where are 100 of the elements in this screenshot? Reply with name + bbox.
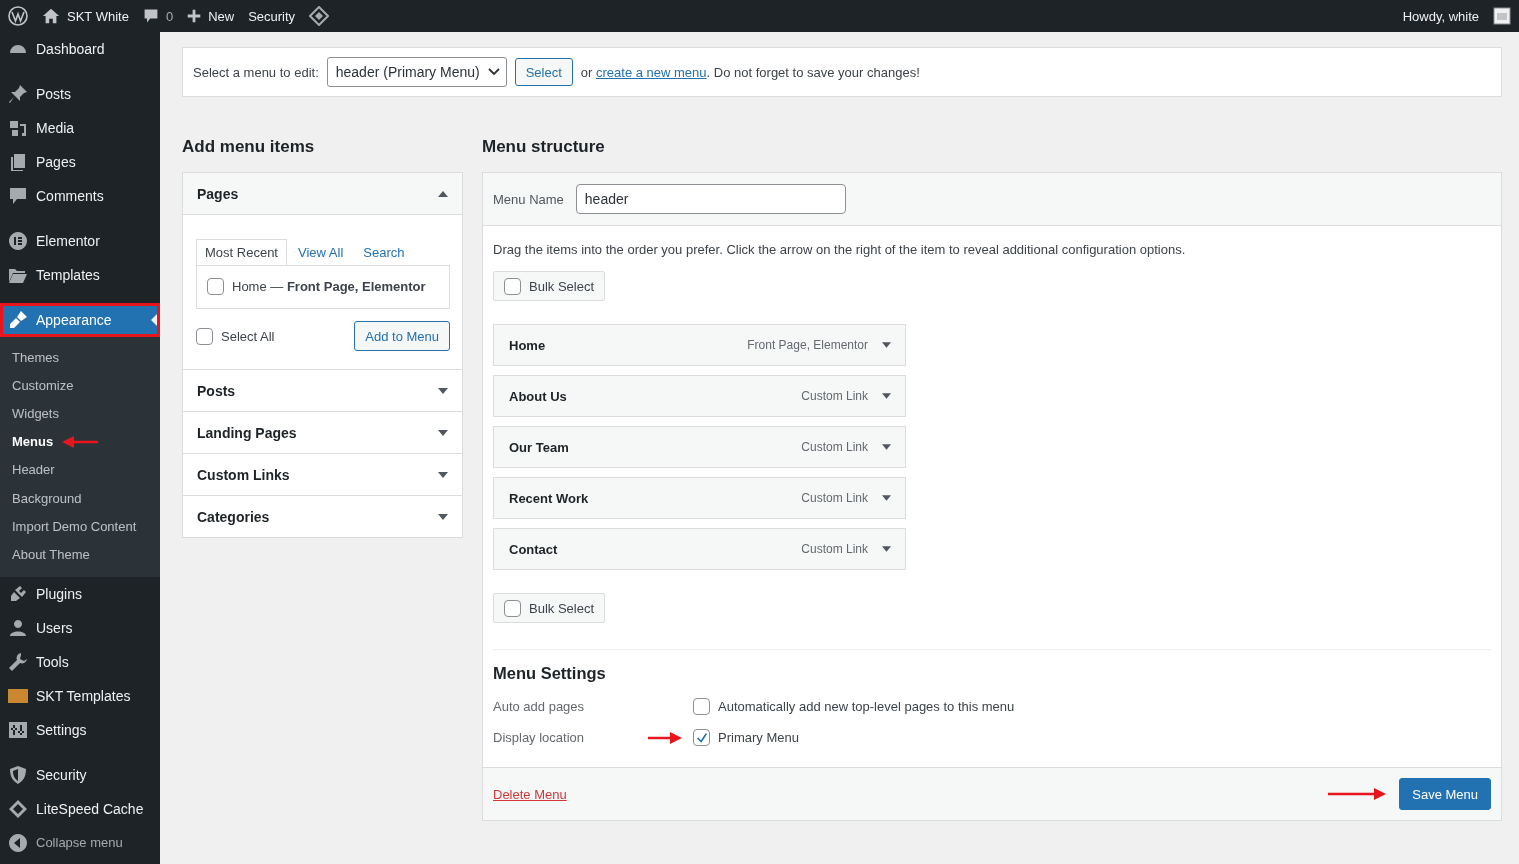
site-name-link[interactable]: SKT White xyxy=(42,7,129,25)
menu-icon xyxy=(8,832,28,853)
sidebar-item[interactable]: Comments xyxy=(0,179,160,213)
sidebar-item[interactable]: Pages xyxy=(0,145,160,179)
menu-icon xyxy=(8,310,28,330)
menu-icon xyxy=(8,651,28,672)
menu-item-type: Custom Link xyxy=(801,491,868,505)
menu-item-bar[interactable]: Recent Work Custom Link xyxy=(493,477,906,519)
accordion-header[interactable]: Categories xyxy=(183,496,462,537)
checkbox[interactable] xyxy=(196,327,213,345)
sidebar-item[interactable]: Templates xyxy=(0,258,160,292)
menu-icon xyxy=(8,118,28,138)
sidebar-item[interactable]: SKT Templates xyxy=(0,678,160,713)
sidebar-item[interactable]: Security xyxy=(0,757,160,792)
setting-label: Display location xyxy=(493,730,586,745)
tab[interactable]: Most Recent xyxy=(196,239,287,265)
menu-item-type: Custom Link xyxy=(801,542,868,556)
save-menu-button[interactable]: Save Menu xyxy=(1399,778,1491,810)
menu-item-type: Custom Link xyxy=(801,389,868,403)
caret-icon[interactable] xyxy=(882,546,891,552)
menu-name-field[interactable]: header xyxy=(575,184,846,214)
sidebar-item[interactable]: Users xyxy=(0,610,160,645)
add-to-menu-button[interactable]: Add to Menu xyxy=(354,321,450,351)
caret-icon xyxy=(438,429,448,436)
caret-icon[interactable] xyxy=(882,393,891,399)
menu-icon xyxy=(8,152,28,172)
menu-item-type: Custom Link xyxy=(801,440,868,454)
instructions-text: Drag the items into the order you prefer. Click the arrow on the right of the item to reveal additional configuration options. xyxy=(493,242,1187,257)
submenu-item[interactable]: Import Demo Content xyxy=(12,518,137,534)
wordpress-logo-icon[interactable] xyxy=(8,6,28,26)
accordion-header[interactable]: Pages xyxy=(183,173,462,215)
menu-icon xyxy=(8,231,28,251)
caret-icon xyxy=(438,471,448,478)
account-link[interactable]: Howdy, white xyxy=(1402,8,1479,24)
menu-icon xyxy=(8,798,28,819)
tab[interactable]: Search xyxy=(354,239,414,265)
current-pointer-icon xyxy=(151,314,157,326)
setting-label: Auto add pages xyxy=(493,699,586,714)
menu-item-title: Recent Work xyxy=(509,490,590,506)
chevron-down-icon xyxy=(487,68,500,76)
section-heading: Add menu items xyxy=(182,137,316,157)
comment-icon xyxy=(142,8,159,24)
menu-icon xyxy=(8,764,28,785)
sidebar-item[interactable]: Settings xyxy=(0,712,160,747)
menu-name-label: Menu Name xyxy=(493,191,564,207)
sidebar-item[interactable]: Dashboard xyxy=(0,32,160,66)
tab[interactable]: View All xyxy=(289,239,353,265)
submenu-item[interactable]: Themes xyxy=(12,349,59,365)
menu-item-title: Our Team xyxy=(509,439,570,455)
submenu-item[interactable]: Widgets xyxy=(12,405,59,421)
sidebar-item[interactable]: Appearance xyxy=(0,303,160,337)
checkbox[interactable] xyxy=(693,698,710,715)
menu-icon xyxy=(8,583,28,604)
menu-item-bar[interactable]: Home Front Page, Elementor xyxy=(493,324,906,366)
bulk-select-button[interactable]: Bulk Select xyxy=(493,593,606,623)
submenu-item[interactable]: Background xyxy=(12,490,82,506)
sidebar-item[interactable]: Collapse menu xyxy=(0,825,160,860)
submenu-item[interactable]: About Theme xyxy=(12,546,90,562)
comments-link[interactable]: 0 xyxy=(142,8,174,24)
checkbox[interactable] xyxy=(693,729,710,746)
accordion-header[interactable]: Posts xyxy=(183,370,462,411)
settings-heading: Menu Settings xyxy=(493,664,607,683)
checkbox-label: Primary Menu xyxy=(718,730,799,745)
checkbox[interactable] xyxy=(504,277,521,295)
new-link[interactable]: New xyxy=(187,8,235,24)
create-menu-link[interactable]: create a new menu xyxy=(596,64,707,80)
plus-icon xyxy=(187,9,202,23)
caret-icon[interactable] xyxy=(882,444,891,450)
accordion-header[interactable]: Custom Links xyxy=(183,454,462,495)
menu-item-type: Front Page, Elementor xyxy=(747,338,868,352)
avatar-icon[interactable] xyxy=(1493,7,1511,25)
section-heading: Menu structure xyxy=(482,137,606,157)
accordion-header[interactable]: Landing Pages xyxy=(183,412,462,453)
submenu-item[interactable]: Customize xyxy=(12,377,74,393)
select-button[interactable]: Select xyxy=(514,58,573,86)
checkbox[interactable] xyxy=(207,278,224,295)
sidebar-item[interactable]: Plugins xyxy=(0,576,160,611)
caret-icon xyxy=(438,513,448,520)
diamond-icon[interactable] xyxy=(309,6,330,26)
bulk-select-button[interactable]: Bulk Select xyxy=(493,271,606,301)
caret-icon[interactable] xyxy=(882,342,891,348)
checkbox[interactable] xyxy=(504,599,521,617)
sidebar-item[interactable]: Elementor xyxy=(0,224,160,258)
home-icon xyxy=(42,7,60,25)
menu-item-bar[interactable]: Our Team Custom Link xyxy=(493,426,906,468)
menu-item-title: Home xyxy=(509,337,547,353)
submenu-item[interactable]: Menus xyxy=(12,434,54,450)
submenu-item[interactable]: Header xyxy=(12,462,55,478)
sidebar-item[interactable]: Media xyxy=(0,111,160,145)
sidebar-item[interactable]: LiteSpeed Cache xyxy=(0,791,160,826)
menu-item-bar[interactable]: About Us Custom Link xyxy=(493,375,906,417)
menu-icon xyxy=(8,84,28,104)
menu-item-bar[interactable]: Contact Custom Link xyxy=(493,528,906,570)
security-link[interactable]: Security xyxy=(248,8,296,24)
checkbox-label: Select All xyxy=(221,328,275,344)
menu-dropdown[interactable]: header (Primary Menu) xyxy=(326,57,507,87)
delete-menu-link[interactable]: Delete Menu xyxy=(493,786,1316,802)
caret-icon[interactable] xyxy=(882,495,891,501)
sidebar-item[interactable]: Posts xyxy=(0,77,160,111)
sidebar-item[interactable]: Tools xyxy=(0,644,160,679)
